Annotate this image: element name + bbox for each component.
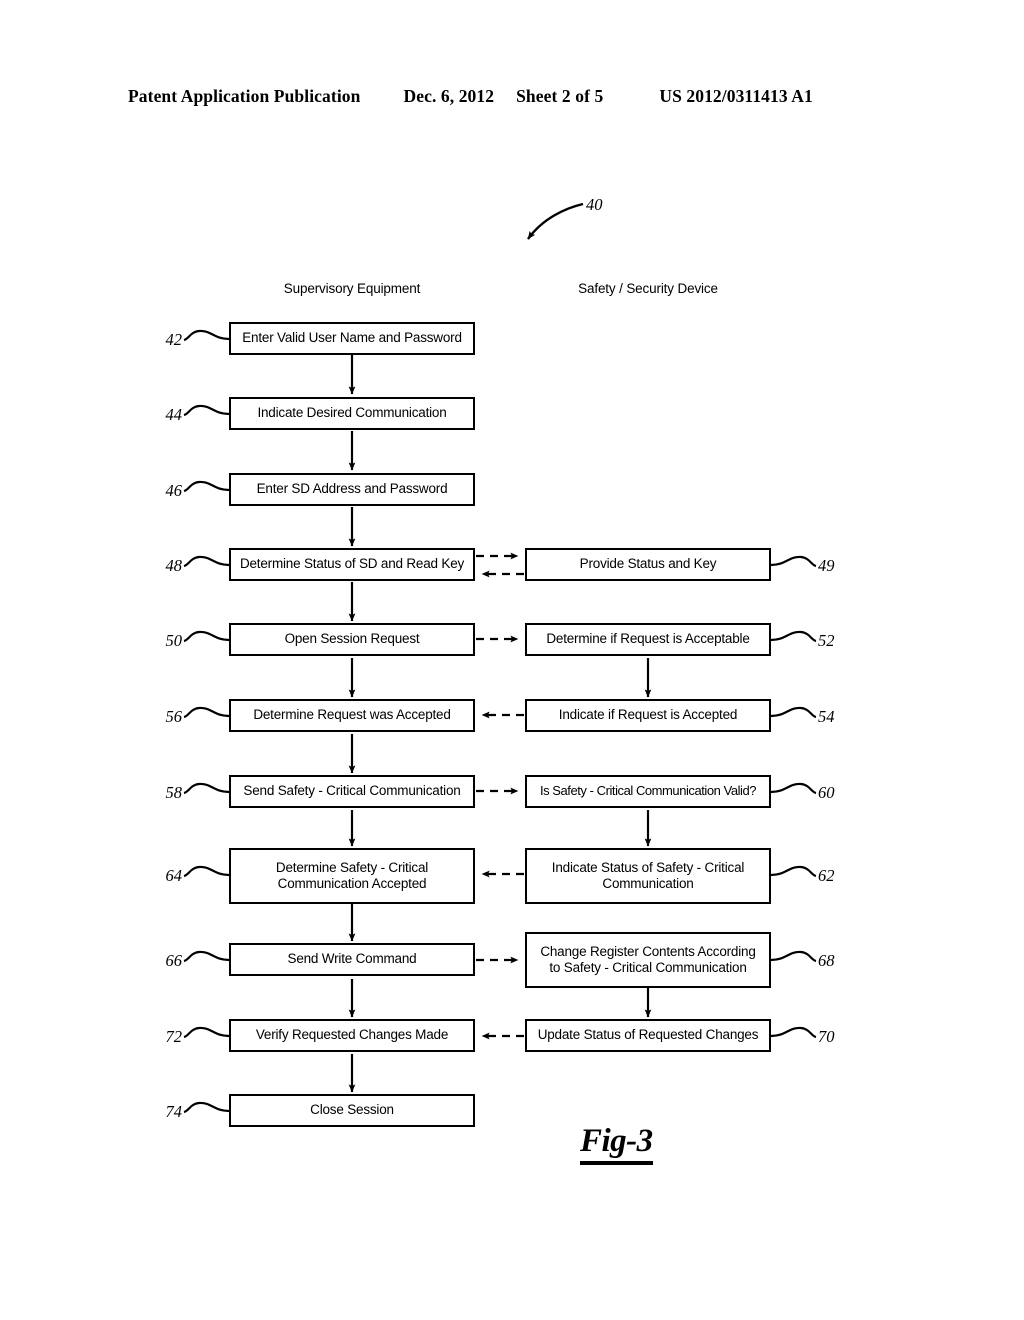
column-heading-safety-security-device: Safety / Security Device — [578, 281, 718, 296]
process-box-70[interactable]: Update Status of Requested Changes — [525, 1019, 771, 1052]
process-box-68-label-line2: to Safety - Critical Communication — [549, 960, 747, 975]
process-box-64-label-line2: Communication Accepted — [277, 876, 427, 891]
reference-numeral-52: 52 — [818, 631, 835, 650]
process-box-62[interactable]: Indicate Status of Safety - Critical Com… — [525, 848, 771, 904]
process-box-60-label: Is Safety - Critical Communication Valid… — [539, 783, 757, 799]
process-box-49-label: Provide Status and Key — [579, 556, 717, 572]
reference-numeral-58: 58 — [165, 783, 183, 802]
process-box-42-label: Enter Valid User Name and Password — [242, 330, 462, 346]
lead-line-49 — [770, 555, 817, 568]
reference-numeral-49: 49 — [818, 556, 835, 575]
lead-line-72 — [183, 1026, 230, 1039]
process-box-68[interactable]: Change Register Contents According to Sa… — [525, 932, 771, 988]
process-box-46[interactable]: Enter SD Address and Password — [229, 473, 475, 506]
process-box-44[interactable]: Indicate Desired Communication — [229, 397, 475, 430]
reference-numeral-64: 64 — [165, 866, 183, 885]
lead-line-48 — [183, 555, 230, 568]
lead-arrow-40 — [527, 202, 584, 240]
process-box-68-label-line1: Change Register Contents According — [540, 943, 756, 959]
lead-line-64 — [183, 865, 230, 878]
reference-numeral-74: 74 — [165, 1102, 183, 1121]
reference-numeral-56: 56 — [165, 707, 183, 726]
process-box-72-label: Verify Requested Changes Made — [255, 1027, 449, 1043]
lead-line-44 — [183, 404, 230, 417]
process-box-52-label: Determine if Request is Acceptable — [546, 631, 750, 647]
process-box-54-label: Indicate if Request is Accepted — [558, 707, 738, 723]
reference-numeral-50: 50 — [165, 631, 183, 650]
flowchart-connectors — [183, 202, 817, 1114]
lead-line-62 — [770, 865, 817, 878]
process-box-58-label: Send Safety - Critical Communication — [243, 783, 461, 799]
process-box-70-label: Update Status of Requested Changes — [537, 1027, 759, 1043]
process-box-46-label: Enter SD Address and Password — [256, 481, 448, 497]
lead-line-50 — [183, 630, 230, 643]
process-box-44-label: Indicate Desired Communication — [257, 405, 447, 421]
column-heading-supervisory-equipment: Supervisory Equipment — [283, 281, 421, 296]
process-box-50[interactable]: Open Session Request — [229, 623, 475, 656]
process-box-66[interactable]: Send Write Command — [229, 943, 475, 976]
figure-caption: Fig-3 — [580, 1122, 653, 1165]
lead-line-52 — [770, 630, 817, 643]
process-box-56-label: Determine Request was Accepted — [253, 707, 451, 723]
lead-line-60 — [770, 782, 817, 795]
reference-numeral-68: 68 — [818, 951, 835, 970]
process-box-48-label: Determine Status of SD and Read Key — [239, 556, 465, 572]
reference-numeral-54: 54 — [818, 707, 835, 726]
reference-numeral-66: 66 — [165, 951, 183, 970]
process-box-62-label-line1: Indicate Status of Safety - Critical — [551, 859, 745, 875]
process-box-64-label-line1: Determine Safety - Critical — [275, 859, 429, 875]
lead-line-74 — [183, 1101, 230, 1114]
reference-numeral-42: 42 — [165, 330, 183, 349]
process-box-50-label: Open Session Request — [284, 631, 420, 647]
lead-line-46 — [183, 480, 230, 493]
process-box-66-label: Send Write Command — [287, 951, 417, 967]
process-box-42[interactable]: Enter Valid User Name and Password — [229, 322, 475, 355]
process-box-74-label: Close Session — [310, 1102, 394, 1118]
process-box-54[interactable]: Indicate if Request is Accepted — [525, 699, 771, 732]
reference-numeral-60: 60 — [818, 783, 835, 802]
process-box-62-label-line2: Communication — [602, 876, 694, 891]
process-box-56[interactable]: Determine Request was Accepted — [229, 699, 475, 732]
reference-numeral-62: 62 — [818, 866, 835, 885]
process-box-74[interactable]: Close Session — [229, 1094, 475, 1127]
process-box-52[interactable]: Determine if Request is Acceptable — [525, 623, 771, 656]
process-box-64[interactable]: Determine Safety - Critical Communicatio… — [229, 848, 475, 904]
reference-numeral-40: 40 — [586, 195, 603, 214]
reference-numeral-44: 44 — [165, 405, 183, 424]
reference-numeral-48: 48 — [165, 556, 183, 575]
process-box-58[interactable]: Send Safety - Critical Communication — [229, 775, 475, 808]
reference-numeral-72: 72 — [165, 1027, 183, 1046]
lead-line-56 — [183, 706, 230, 719]
lead-line-58 — [183, 782, 230, 795]
reference-numeral-46: 46 — [165, 481, 183, 500]
process-box-48[interactable]: Determine Status of SD and Read Key — [229, 548, 475, 581]
process-box-60[interactable]: Is Safety - Critical Communication Valid… — [525, 775, 771, 808]
process-box-72[interactable]: Verify Requested Changes Made — [229, 1019, 475, 1052]
lead-line-70 — [770, 1026, 817, 1039]
process-box-49[interactable]: Provide Status and Key — [525, 548, 771, 581]
lead-line-42 — [183, 329, 230, 342]
figure-3-flowchart: 40 Supervisory Equipment Safety / Securi… — [0, 0, 1024, 1320]
lead-line-54 — [770, 706, 817, 719]
lead-line-66 — [183, 950, 230, 963]
lead-line-68 — [770, 950, 817, 963]
reference-numeral-70: 70 — [818, 1027, 835, 1046]
